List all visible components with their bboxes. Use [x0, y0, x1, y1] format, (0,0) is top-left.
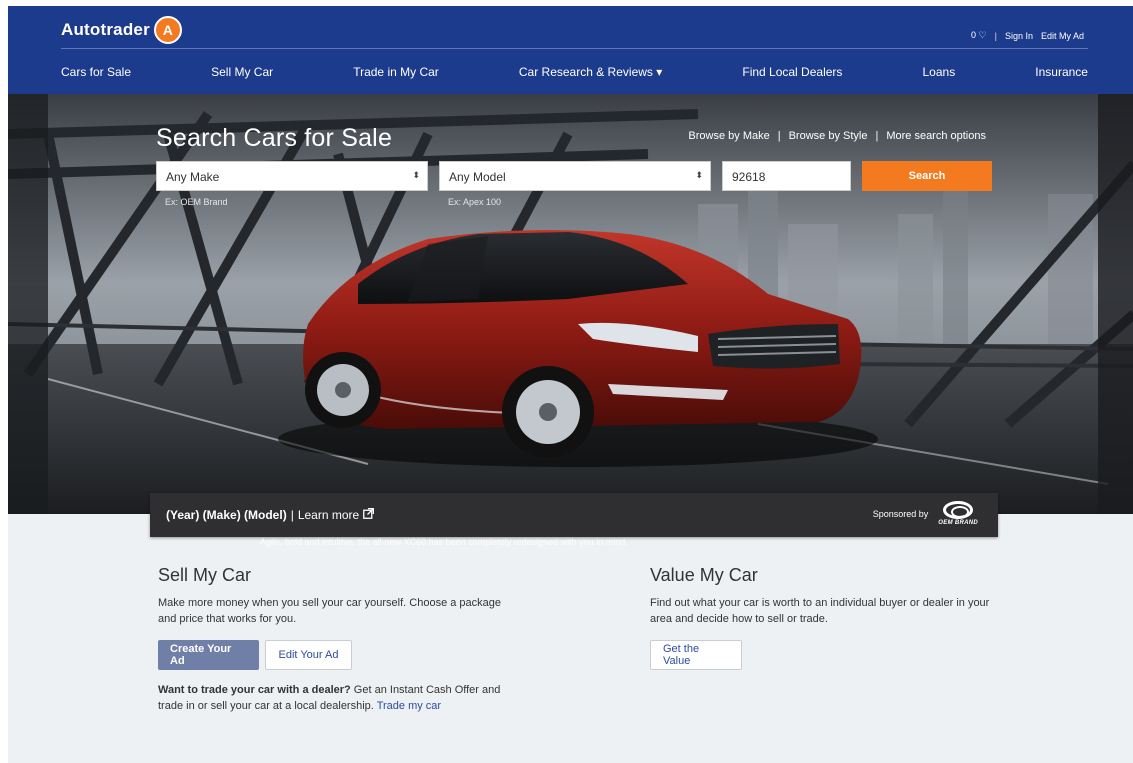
sponsor-bar: (Year) (Make) (Model) | Learn more Spons… [150, 493, 998, 537]
header-divider [61, 48, 1088, 49]
trade-in-text: Want to trade your car with a dealer? Ge… [158, 682, 508, 714]
model-hint: Ex: Apex 100 [448, 197, 502, 207]
browse-by-style-link[interactable]: Browse by Style [789, 130, 868, 142]
make-hint: Ex: OEM Brand [165, 197, 228, 207]
sign-in-link[interactable]: Sign In [1005, 31, 1033, 41]
search-button[interactable]: Search [862, 161, 992, 191]
sell-my-car-section: Sell My Car Make more money when you sel… [158, 565, 508, 714]
browse-by-make-link[interactable]: Browse by Make [688, 130, 769, 142]
sponsor-vehicle: (Year) (Make) (Model) | Learn more [166, 507, 374, 522]
oem-brand-text: OEM BRAND [938, 520, 978, 526]
model-select[interactable]: Any Model ⬍ [439, 161, 711, 191]
value-actions: Get the Value [650, 640, 1010, 670]
value-my-car-section: Value My Car Find out what your car is w… [650, 565, 1010, 670]
logo-mark-icon: A [153, 16, 182, 44]
nav-trade-in-my-car[interactable]: Trade in My Car [353, 65, 439, 79]
separator: | [290, 508, 294, 522]
sell-my-car-title: Sell My Car [158, 565, 252, 585]
nav-sell-my-car[interactable]: Sell My Car [211, 65, 273, 79]
logo-mark-letter: A [162, 22, 174, 38]
oem-brand-ring-icon [943, 501, 974, 519]
nav-insurance[interactable]: Insurance [1035, 65, 1088, 79]
edit-my-ad-link[interactable]: Edit My Ad [1041, 31, 1084, 41]
hero-image [8, 94, 1133, 514]
site-header: Autotrader A 0 ♡ | Sign In Edit My Ad Ca… [8, 6, 1133, 94]
trade-my-car-link[interactable]: Trade my car [377, 700, 441, 712]
more-search-options-link[interactable]: More search options [886, 130, 986, 142]
utility-links: 0 ♡ | Sign In Edit My Ad [971, 30, 1084, 41]
model-select-value: Any Model [449, 170, 506, 184]
sell-my-car-description: Make more money when you sell your car y… [158, 597, 502, 625]
zip-code-input[interactable]: 92618 [722, 161, 851, 191]
separator: | [777, 130, 781, 142]
value-my-car-title: Value My Car [650, 565, 758, 585]
logo-text: Autotrader [61, 20, 150, 39]
trade-in-question: Want to trade your car with a dealer? [158, 684, 351, 696]
sponsor-tagline: Agile, bold and intuitive, the all-new X… [260, 537, 628, 547]
nav-cars-for-sale[interactable]: Cars for Sale [61, 65, 131, 79]
make-select-value: Any Make [166, 170, 220, 184]
make-select[interactable]: Any Make ⬍ [156, 161, 428, 191]
sponsor-brand[interactable]: Sponsored by OEM BRAND [873, 501, 978, 526]
external-link-icon [362, 507, 374, 522]
nav-loans[interactable]: Loans [923, 65, 956, 79]
select-arrows-icon: ⬍ [412, 170, 420, 180]
sell-actions: Create Your Ad Edit Your Ad [158, 640, 508, 670]
sponsored-by-label: Sponsored by [872, 508, 929, 519]
sponsor-vehicle-name: (Year) (Make) (Model) [166, 508, 287, 522]
edit-your-ad-button[interactable]: Edit Your Ad [265, 640, 352, 670]
nav-find-local-dealers[interactable]: Find Local Dealers [742, 65, 842, 79]
heart-outline-icon: ♡ [978, 30, 987, 40]
hero-banner: Search Cars for Sale Browse by Make | Br… [8, 94, 1133, 514]
learn-more-link[interactable]: Learn more [297, 507, 374, 522]
nav-car-research[interactable]: Car Research & Reviews ▾ [519, 65, 662, 79]
oem-brand-logo: OEM BRAND [938, 501, 978, 526]
saved-count: 0 [970, 30, 976, 40]
separator: | [994, 30, 997, 41]
learn-more-label: Learn more [297, 508, 360, 522]
select-arrows-icon: ⬍ [695, 170, 703, 180]
get-the-value-button[interactable]: Get the Value [650, 640, 742, 670]
logo[interactable]: Autotrader A [61, 16, 182, 44]
saved-cars-link[interactable]: 0 ♡ [971, 30, 987, 41]
nav-car-research-label: Car Research & Reviews [518, 65, 653, 79]
page-frame: Autotrader A 0 ♡ | Sign In Edit My Ad Ca… [8, 6, 1133, 763]
browse-links: Browse by Make | Browse by Style | More … [688, 130, 986, 142]
search-title: Search Cars for Sale [156, 124, 393, 152]
separator: | [875, 130, 879, 142]
value-my-car-description: Find out what your car is worth to an in… [650, 597, 990, 625]
create-your-ad-button[interactable]: Create Your Ad [158, 640, 259, 670]
chevron-down-icon: ▾ [656, 65, 663, 79]
main-nav: Cars for Sale Sell My Car Trade in My Ca… [61, 65, 1088, 79]
